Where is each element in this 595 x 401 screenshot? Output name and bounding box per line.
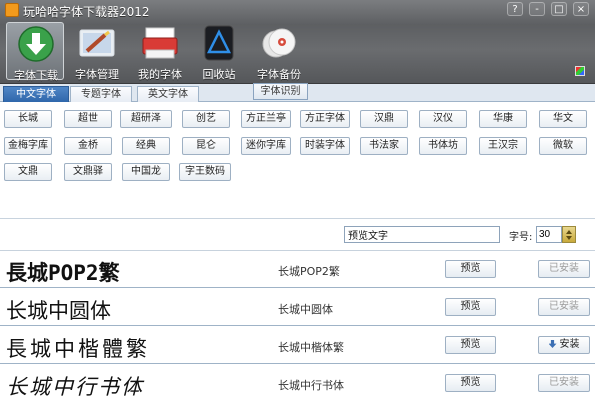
foundry-button[interactable]: 创艺 (182, 110, 230, 128)
toolbar-font-backup[interactable]: 字体备份 (250, 22, 308, 81)
font-sample: 长城中圆体 (6, 299, 111, 323)
foundry-grid: 长城 超世 超研泽 创艺 方正兰亭 方正字体 汉鼎 汉仪 华康 华文 金梅字库 … (0, 102, 595, 219)
manage-icon (79, 29, 115, 57)
preview-text-input[interactable] (344, 226, 500, 243)
font-name: 长城中圆体 (278, 303, 333, 316)
close-button[interactable]: × (573, 2, 589, 16)
foundry-button[interactable]: 超世 (64, 110, 112, 128)
installed-button[interactable]: 已安装 (538, 260, 590, 278)
font-size-spinner[interactable] (562, 226, 576, 243)
preview-button[interactable]: 预览 (445, 260, 496, 278)
toolbar-label: 字体管理 (75, 68, 119, 81)
foundry-button[interactable]: 华康 (479, 110, 527, 128)
preview-button[interactable]: 预览 (445, 298, 496, 316)
font-sample: 長城POP2繁 (6, 261, 120, 285)
spin-down-icon (566, 236, 572, 240)
download-icon (18, 26, 54, 62)
my-fonts-icon (142, 27, 178, 59)
installed-button[interactable]: 已安装 (538, 298, 590, 316)
foundry-button[interactable]: 时装字体 (300, 137, 350, 155)
foundry-button[interactable]: 华文 (539, 110, 587, 128)
font-name: 长城POP2繁 (278, 265, 340, 278)
window-title: 玩哈哈字体下载器2012 (23, 5, 150, 19)
toolbar-label: 字体备份 (257, 68, 301, 81)
font-row: 長城中楷體繁 长城中楷体繁 预览 安装 (0, 327, 595, 364)
toolbar-label: 回收站 (202, 68, 236, 81)
foundry-button[interactable]: 迷你字库 (241, 137, 291, 155)
window-controls: ? - □ × (507, 2, 589, 16)
font-recognition-button[interactable]: 字体识别 (253, 83, 308, 100)
toolbar-label: 字体下载 (14, 69, 58, 82)
font-row: 长城中行书体 长城中行书体 预览 已安装 (0, 365, 595, 401)
title-bar: 玩哈哈字体下载器2012 ? - □ × (0, 0, 595, 20)
maximize-button[interactable]: □ (551, 2, 567, 16)
font-row: 长城中圆体 长城中圆体 预览 已安装 (0, 289, 595, 326)
foundry-button[interactable]: 书体坊 (419, 137, 467, 155)
foundry-button[interactable]: 中国龙 (122, 163, 170, 181)
tab-english-fonts[interactable]: 英文字体 (137, 86, 199, 102)
main-toolbar: 玩哈哈字体下载器2012 ? - □ × 字体下载 字体管理 我的字体 回收站 … (0, 0, 595, 84)
install-label: 安装 (559, 339, 580, 350)
font-size-input[interactable] (536, 226, 562, 243)
font-row: 長城POP2繁 长城POP2繁 预览 已安装 (0, 251, 595, 288)
toolbar-font-download[interactable]: 字体下载 (6, 22, 64, 82)
foundry-button[interactable]: 超研泽 (120, 110, 172, 128)
foundry-button[interactable]: 书法家 (360, 137, 408, 155)
preview-button[interactable]: 预览 (445, 374, 496, 392)
foundry-button[interactable]: 经典 (122, 137, 170, 155)
toolbar-font-manage[interactable]: 字体管理 (68, 22, 126, 81)
foundry-button[interactable]: 微软 (539, 137, 587, 155)
spin-up-icon (566, 230, 572, 234)
font-name: 长城中楷体繁 (278, 341, 344, 354)
toolbar-recycle-bin[interactable]: 回收站 (190, 22, 248, 81)
recycle-bin-icon (204, 25, 234, 61)
foundry-button[interactable]: 方正字体 (300, 110, 350, 128)
foundry-button[interactable]: 方正兰亭 (241, 110, 291, 128)
install-button[interactable]: 安装 (538, 336, 590, 354)
font-list: 長城POP2繁 长城POP2繁 预览 已安装 长城中圆体 长城中圆体 预览 已安… (0, 250, 595, 401)
foundry-button[interactable]: 昆仑 (182, 137, 230, 155)
installed-button[interactable]: 已安装 (538, 374, 590, 392)
tab-topic-fonts[interactable]: 专题字体 (70, 86, 132, 102)
foundry-button[interactable]: 金梅字库 (4, 137, 52, 155)
font-name: 长城中行书体 (278, 379, 344, 392)
foundry-button[interactable]: 文鼎驿 (64, 163, 112, 181)
foundry-button[interactable]: 王汉宗 (479, 137, 527, 155)
foundry-button[interactable]: 字王数码 (179, 163, 231, 181)
font-sample: 长城中行书体 (6, 375, 144, 399)
minimize-button[interactable]: - (529, 2, 545, 16)
download-arrow-icon (548, 340, 557, 348)
help-button[interactable]: ? (507, 2, 523, 16)
toolbar-label: 我的字体 (138, 68, 182, 81)
preview-button[interactable]: 预览 (445, 336, 496, 354)
font-sample: 長城中楷體繁 (6, 337, 150, 361)
foundry-button[interactable]: 汉仪 (419, 110, 467, 128)
foundry-button[interactable]: 长城 (4, 110, 52, 128)
backup-disc-icon (262, 28, 296, 58)
app-logo-icon (5, 3, 19, 17)
tab-chinese-fonts[interactable]: 中文字体 (3, 86, 69, 102)
font-size-label: 字号: (509, 232, 533, 243)
toolbar-my-fonts[interactable]: 我的字体 (131, 22, 189, 81)
foundry-button[interactable]: 文鼎 (4, 163, 52, 181)
skin-icon[interactable] (575, 66, 585, 76)
foundry-button[interactable]: 汉鼎 (360, 110, 408, 128)
foundry-button[interactable]: 金桥 (64, 137, 112, 155)
preview-toolbar (0, 220, 595, 250)
